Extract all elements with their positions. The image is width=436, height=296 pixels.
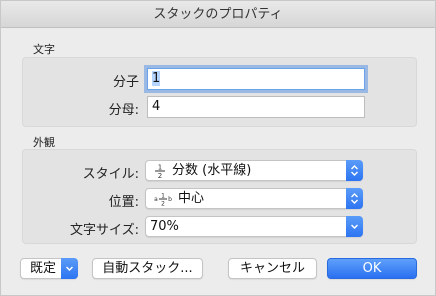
position-popup[interactable]: a 1 2 b 中心	[145, 188, 363, 209]
up-down-chevron-icon	[351, 193, 358, 204]
chevron-down-icon	[65, 266, 74, 272]
fraction-horizontal-icon: 1 2	[155, 163, 165, 179]
svg-text:1: 1	[158, 163, 162, 171]
up-down-chevron-icon	[351, 165, 358, 176]
cancel-button[interactable]: キャンセル	[228, 258, 317, 279]
defaults-menu-arrow[interactable]	[61, 258, 78, 279]
size-value: 70%	[150, 219, 179, 234]
stack-properties-dialog: スタックのプロパティ 文字 分子 1 分母: 4 外観 スタイル: 1 2 分数…	[0, 0, 436, 296]
chevron-down-icon	[350, 224, 359, 230]
size-popup-arrow[interactable]	[346, 216, 363, 237]
dialog-title: スタックのプロパティ	[1, 1, 435, 28]
svg-text:1: 1	[161, 192, 165, 199]
numerator-label: 分子	[112, 75, 139, 90]
svg-text:2: 2	[161, 200, 165, 207]
position-label: 位置:	[108, 195, 139, 210]
svg-text:2: 2	[158, 172, 162, 179]
appearance-group-label: 外観	[33, 136, 55, 149]
style-label: スタイル:	[82, 167, 139, 182]
size-popup[interactable]: 70%	[145, 216, 363, 237]
defaults-button[interactable]: 既定	[20, 258, 78, 279]
style-value: 分数 (水平線)	[172, 163, 252, 178]
position-value: 中心	[178, 191, 205, 206]
svg-text:b: b	[168, 196, 172, 203]
svg-text:a: a	[154, 196, 158, 203]
denominator-field[interactable]: 4	[147, 96, 365, 118]
style-popup[interactable]: 1 2 分数 (水平線)	[145, 160, 363, 181]
text-group-label: 文字	[33, 43, 55, 56]
ok-button[interactable]: OK	[327, 258, 417, 279]
denominator-value: 4	[152, 99, 161, 114]
numerator-field[interactable]: 1	[147, 68, 365, 90]
defaults-button-label: 既定	[30, 261, 57, 276]
numerator-value: 1	[152, 71, 161, 86]
auto-stack-button[interactable]: 自動スタック...	[92, 258, 203, 279]
denominator-label: 分母:	[108, 103, 139, 118]
style-popup-arrow[interactable]	[346, 160, 363, 181]
size-label: 文字サイズ:	[70, 223, 139, 238]
fraction-center-icon: a 1 2 b	[154, 192, 172, 207]
position-popup-arrow[interactable]	[346, 188, 363, 209]
